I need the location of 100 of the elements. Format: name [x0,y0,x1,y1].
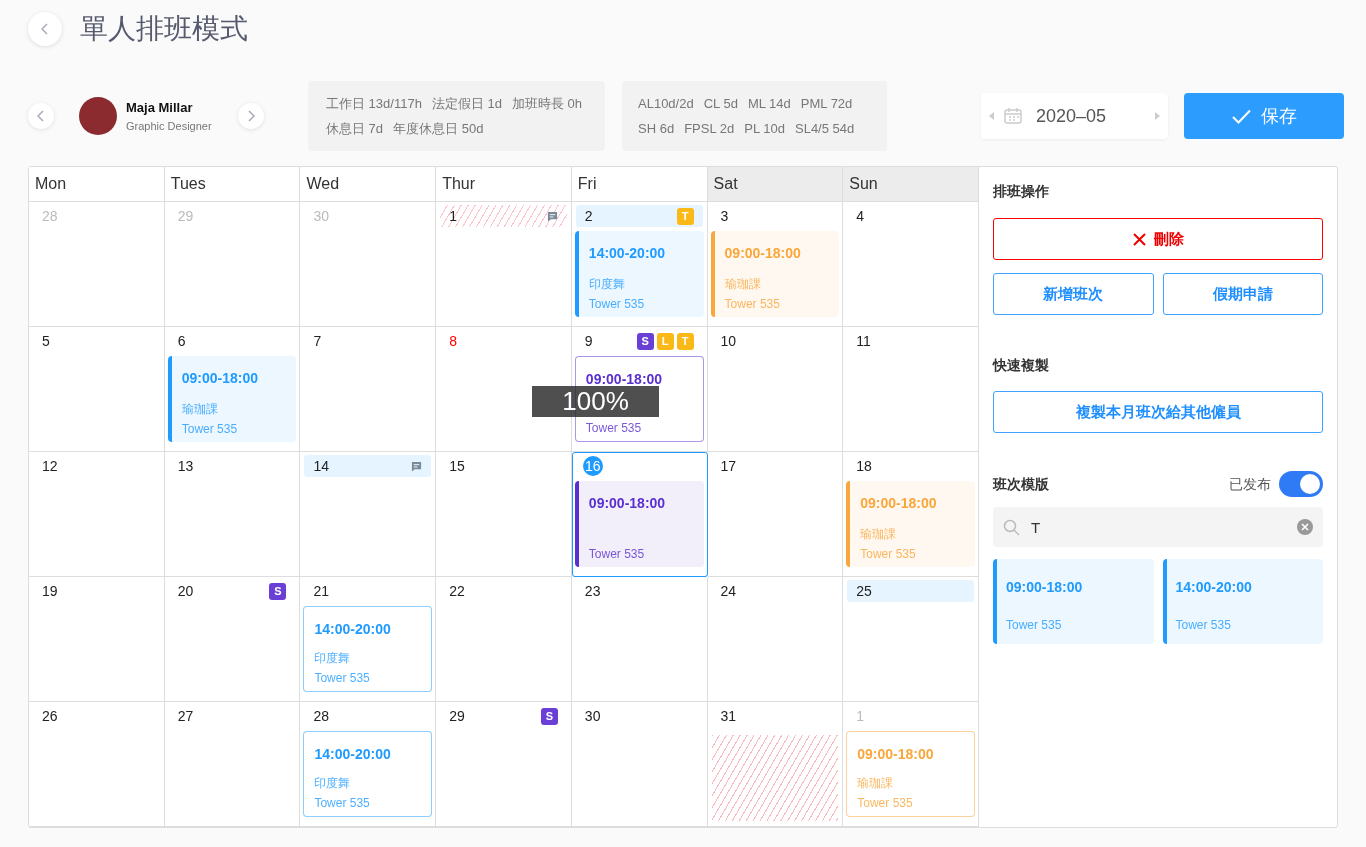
section-title: 班次模版 [993,474,1050,494]
leave-stat-text: FPSL 2d [684,119,735,138]
day-cell[interactable]: 17 [707,452,844,577]
stat-text: 法定假日 1d [431,95,502,113]
day-cell[interactable]: 4 [843,202,979,327]
day-number: 7 [313,331,322,351]
day-cell[interactable]: 27 [164,702,301,827]
day-number: 10 [720,331,737,351]
day-cell[interactable]: 16 09:00-18:00 Tower 535 [571,452,708,577]
shift-location: Tower 535 [857,795,914,812]
day-number: 8 [449,331,457,351]
day-number: 16 [582,456,603,476]
day-number: 21 [313,581,329,601]
day-number: 23 [584,581,601,601]
section-title: 排班操作 [993,182,1050,201]
day-cell[interactable]: 28 14:00-20:00 印度舞 Tower 535 [300,702,437,827]
clear-icon[interactable] [1297,519,1313,535]
day-cell[interactable]: 31 [707,702,844,827]
stat-text: 加班時長 0h [511,95,583,113]
status-badge: S [636,332,654,350]
day-number: 24 [720,581,737,601]
day-number: 28 [313,706,329,726]
weekday-header: Fri [571,167,708,202]
shift-location: Tower 535 [588,546,646,563]
weekday-header: Mon [29,167,165,202]
next-employee-button[interactable] [238,103,264,129]
shift-location: Tower 535 [588,296,646,313]
day-cell[interactable]: 25 [843,577,979,702]
day-cell[interactable]: 5 [29,327,165,452]
day-cell[interactable]: 13 [164,452,301,577]
day-cell[interactable]: 29 S [436,702,572,827]
day-number: 9 [584,331,593,351]
day-cell[interactable]: 26 [29,702,165,827]
chevron-right-icon [247,110,255,122]
status-badge: T [676,332,694,350]
day-number: 6 [177,331,186,351]
leave-stat-text: CL 5d [703,95,738,113]
template-location: Tower 535 [1175,617,1232,634]
employee-name: Maja Millar [126,99,194,117]
day-number: 20 [177,581,194,601]
day-cell[interactable]: 10 [707,327,844,452]
stat-text: 年度休息日 50d [393,119,484,138]
status-badge: T [676,207,694,225]
shift-time: 14:00-20:00 [314,620,392,639]
day-cell[interactable]: 12 [29,452,165,577]
day-number: 1 [856,706,865,726]
shift-time: 09:00-18:00 [585,370,664,389]
shift-activity: 印度舞 [314,650,352,667]
status-badge: L [656,332,674,350]
day-cell[interactable]: 22 [436,577,572,702]
day-cell[interactable]: 20 S [164,577,301,702]
caret-left-icon [989,112,994,120]
day-cell[interactable]: 3 09:00-18:00 瑜珈課 Tower 535 [707,202,844,327]
day-cell[interactable]: 7 [300,327,437,452]
shift-time: 09:00-18:00 [588,494,667,513]
delete-button[interactable]: 刪除 [993,218,1323,260]
day-cell[interactable]: 23 [571,577,708,702]
day-number: 12 [42,456,58,476]
template-location: Tower 535 [1006,617,1063,634]
previous-employee-button[interactable] [28,103,54,129]
shift-activity: 瑜珈課 [181,401,219,418]
day-cell[interactable]: 6 09:00-18:00 瑜珈課 Tower 535 [164,327,301,452]
day-number: 18 [856,456,872,476]
shift-activity: 印度舞 [588,276,626,293]
day-number: 26 [42,706,58,726]
leave-stat-text: ML 14d [747,95,791,113]
back-button[interactable] [28,12,62,46]
section-title: 快速複製 [993,356,1050,375]
day-cell[interactable]: 24 [707,577,844,702]
day-cell[interactable]: 1 [436,202,572,327]
shift-card[interactable]: 09:00-18:00 Tower 535 [574,481,704,567]
shift-time: 09:00-18:00 [724,244,802,263]
zoom-tooltip: 100% [532,386,659,417]
day-cell[interactable]: 14 [300,452,437,577]
day-number: 15 [449,456,465,476]
day-number: 22 [449,581,465,601]
day-number: 29 [449,706,465,726]
day-cell[interactable]: 30 [571,702,708,827]
day-number: 14 [313,456,329,476]
day-number: 5 [42,331,50,351]
status-badge: S [269,582,287,600]
day-cell[interactable]: 18 09:00-18:00 瑜珈課 Tower 535 [843,452,979,577]
day-cell[interactable]: 15 [436,452,572,577]
shift-activity: 瑜珈課 [724,276,762,293]
published-toggle[interactable] [1279,471,1323,497]
shift-location: Tower 535 [181,421,239,438]
day-cell[interactable]: 21 14:00-20:00 印度舞 Tower 535 [300,577,437,702]
shift-location: Tower 535 [860,546,917,563]
stat-text: 工作日 13d/117h [326,95,422,113]
calendar-icon [1004,108,1022,124]
month-text: 2020–05 [1036,104,1108,128]
day-cell[interactable]: 2 T 14:00-20:00 印度舞 Tower 535 [571,202,708,327]
day-number: 17 [720,456,737,476]
day-cell[interactable]: 11 [843,327,979,452]
template-search-field[interactable]: T [993,507,1323,547]
page-title: 單人排班模式 [80,12,248,46]
day-number: 30 [313,206,329,226]
day-cell[interactable]: 19 [29,577,165,702]
day-number: 2 [584,206,593,226]
month-picker[interactable]: 2020–05 [981,93,1168,139]
